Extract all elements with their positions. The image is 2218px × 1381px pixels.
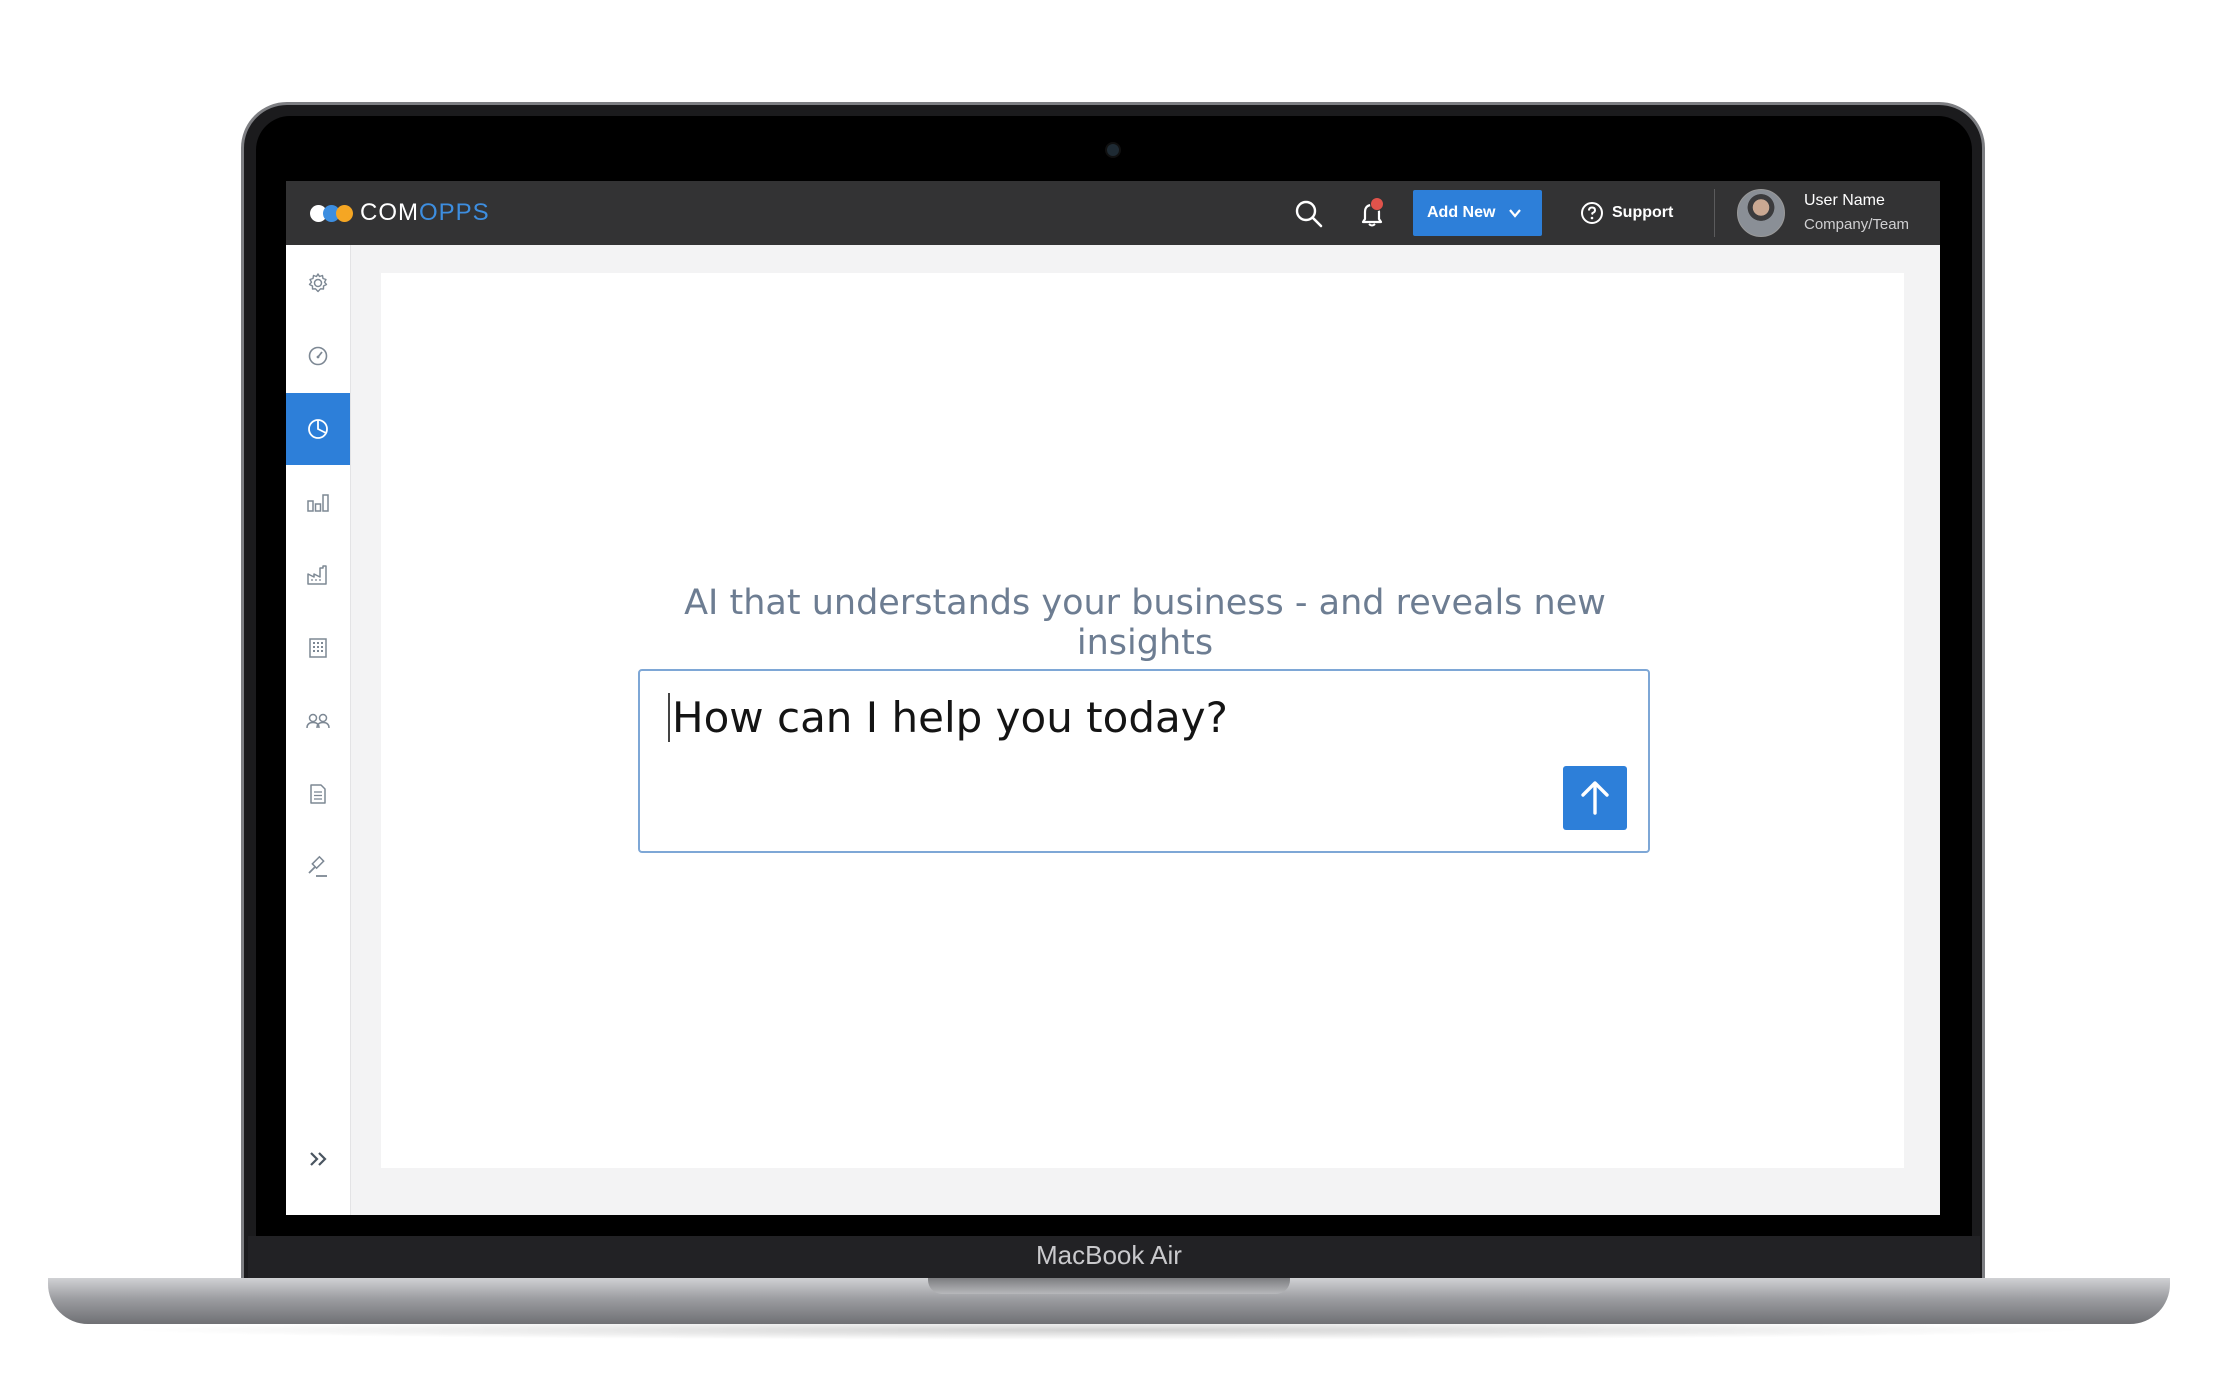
add-new-label: Add New (1427, 204, 1496, 221)
avatar[interactable] (1737, 189, 1785, 237)
factory-icon (307, 565, 327, 585)
laptop-frame: MacBook Air COMOPPS Add New Support User… (0, 0, 2218, 1381)
sidebar (286, 245, 351, 1215)
support-link[interactable]: Support (1580, 201, 1673, 225)
document-icon (310, 784, 326, 804)
sidebar-item-dashboard[interactable] (286, 320, 350, 392)
sidebar-item-company[interactable] (286, 612, 350, 684)
user-team: Company/Team (1804, 216, 1910, 233)
sidebar-expand-button[interactable] (286, 1123, 350, 1195)
pie-chart-icon (308, 419, 328, 439)
notification-badge (1370, 197, 1384, 211)
topbar-divider (1714, 189, 1715, 237)
sidebar-item-production[interactable] (286, 539, 350, 611)
sidebar-item-legal[interactable] (286, 831, 350, 903)
chevron-down-icon (1509, 209, 1522, 218)
chat-prompt-text[interactable]: How can I help you today? (668, 693, 1228, 742)
device-label: MacBook Air (1036, 1240, 1182, 1270)
chat-input[interactable]: How can I help you today? (638, 669, 1650, 853)
gear-icon (308, 273, 328, 293)
support-label: Support (1612, 204, 1674, 221)
sidebar-item-analytics[interactable] (286, 393, 350, 465)
logo-dots (310, 203, 354, 223)
arrow-up-icon (1581, 781, 1609, 815)
users-icon (306, 713, 330, 729)
send-button[interactable] (1563, 766, 1627, 830)
double-chevron-right-icon (310, 1152, 327, 1166)
speedometer-icon (308, 346, 328, 366)
base-notch (928, 1278, 1290, 1294)
sidebar-item-reports[interactable] (286, 466, 350, 538)
add-new-button[interactable]: Add New (1413, 190, 1542, 236)
logo-text: COMOPPS (360, 199, 490, 226)
top-bar: COMOPPS Add New Support User Name Compan… (286, 181, 1940, 245)
search-icon[interactable] (1294, 199, 1324, 229)
page-headline: AI that understands your business - and … (684, 583, 1606, 663)
user-name[interactable]: User Name (1804, 192, 1885, 210)
sidebar-item-settings[interactable] (286, 247, 350, 319)
sidebar-item-documents[interactable] (286, 758, 350, 830)
webcam (1105, 142, 1121, 158)
gavel-icon (308, 855, 327, 877)
help-circle-icon (1581, 202, 1603, 224)
bar-chart-icon (307, 494, 329, 512)
sidebar-item-team[interactable] (286, 685, 350, 757)
building-icon (309, 638, 327, 658)
app-logo[interactable]: COMOPPS (310, 199, 490, 227)
